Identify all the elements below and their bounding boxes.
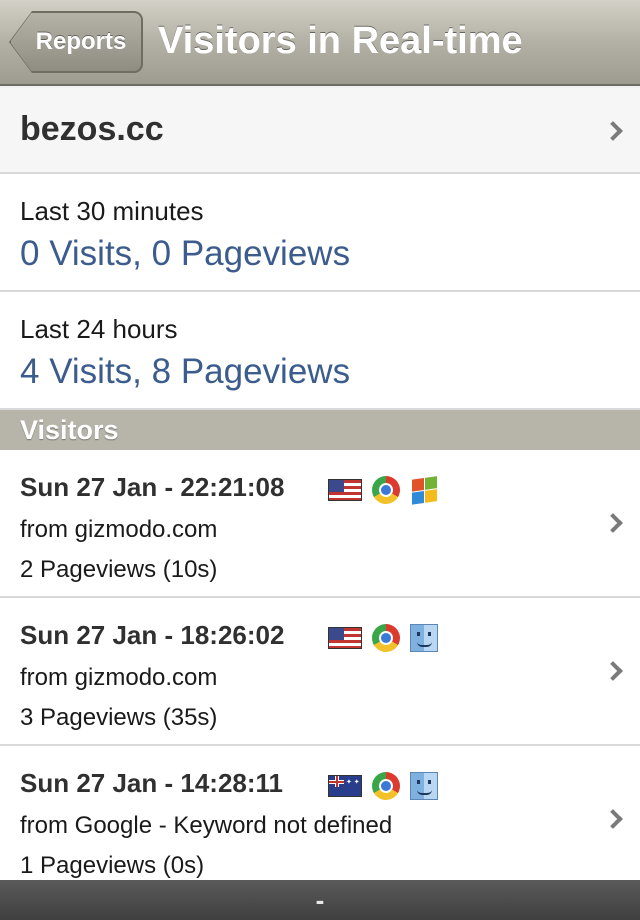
site-selector-row[interactable]: bezos.cc bbox=[0, 88, 640, 174]
stat-row-last-30-minutes: Last 30 minutes 0 Visits, 0 Pageviews bbox=[0, 174, 640, 292]
visitor-row[interactable]: Sun 27 Jan - 18:26:02 from gizmodo.com 3… bbox=[0, 598, 640, 746]
visit-time: Sun 27 Jan - 14:28:11 bbox=[20, 768, 284, 798]
windows-icon bbox=[410, 474, 438, 506]
visitor-row[interactable]: Sun 27 Jan - 14:28:11 from Google - Keyw… bbox=[0, 746, 640, 894]
visit-pageviews: 1 Pageviews (0s) bbox=[20, 852, 205, 879]
mac-finder-icon bbox=[410, 772, 438, 800]
stat-row-last-24-hours: Last 24 hours 4 Visits, 8 Pageviews bbox=[0, 292, 640, 410]
stat-value: 4 Visits, 8 Pageviews bbox=[20, 352, 351, 391]
chrome-icon bbox=[372, 772, 400, 800]
visit-pageviews: 2 Pageviews (10s) bbox=[20, 556, 218, 583]
navigation-bar: Reports Visitors in Real-time bbox=[0, 0, 640, 86]
back-button[interactable]: Reports bbox=[10, 12, 142, 72]
chevron-right-icon bbox=[603, 121, 623, 141]
chrome-icon bbox=[372, 624, 400, 652]
chevron-right-icon bbox=[603, 661, 623, 681]
chevron-right-icon bbox=[603, 513, 623, 533]
visitors-section-header: Visitors bbox=[0, 410, 640, 450]
visit-time: Sun 27 Jan - 18:26:02 bbox=[20, 620, 285, 650]
visitor-icons bbox=[328, 624, 438, 652]
visitor-icons bbox=[328, 474, 438, 506]
us-flag-icon bbox=[328, 479, 362, 501]
chevron-right-icon bbox=[603, 809, 623, 829]
site-name: bezos.cc bbox=[20, 110, 164, 148]
stat-label: Last 24 hours bbox=[20, 314, 178, 344]
us-flag-icon bbox=[328, 627, 362, 649]
visit-source: from Google - Keyword not defined bbox=[20, 812, 393, 839]
back-button-label: Reports bbox=[35, 28, 127, 55]
visitor-icons bbox=[328, 772, 438, 800]
bottom-toolbar: - bbox=[0, 880, 640, 920]
bottom-toolbar-text: - bbox=[315, 885, 325, 915]
visit-time: Sun 27 Jan - 22:21:08 bbox=[20, 472, 285, 502]
mac-finder-icon bbox=[410, 624, 438, 652]
visitor-row[interactable]: Sun 27 Jan - 22:21:08 from gizmodo.com 2… bbox=[0, 450, 640, 598]
visit-source: from gizmodo.com bbox=[20, 516, 218, 543]
visit-source: from gizmodo.com bbox=[20, 664, 218, 691]
stat-label: Last 30 minutes bbox=[20, 196, 204, 226]
visit-pageviews: 3 Pageviews (35s) bbox=[20, 704, 218, 731]
chrome-icon bbox=[372, 476, 400, 504]
stat-value: 0 Visits, 0 Pageviews bbox=[20, 234, 351, 273]
australia-flag-icon bbox=[328, 775, 362, 797]
page-title: Visitors in Real-time bbox=[158, 20, 523, 62]
